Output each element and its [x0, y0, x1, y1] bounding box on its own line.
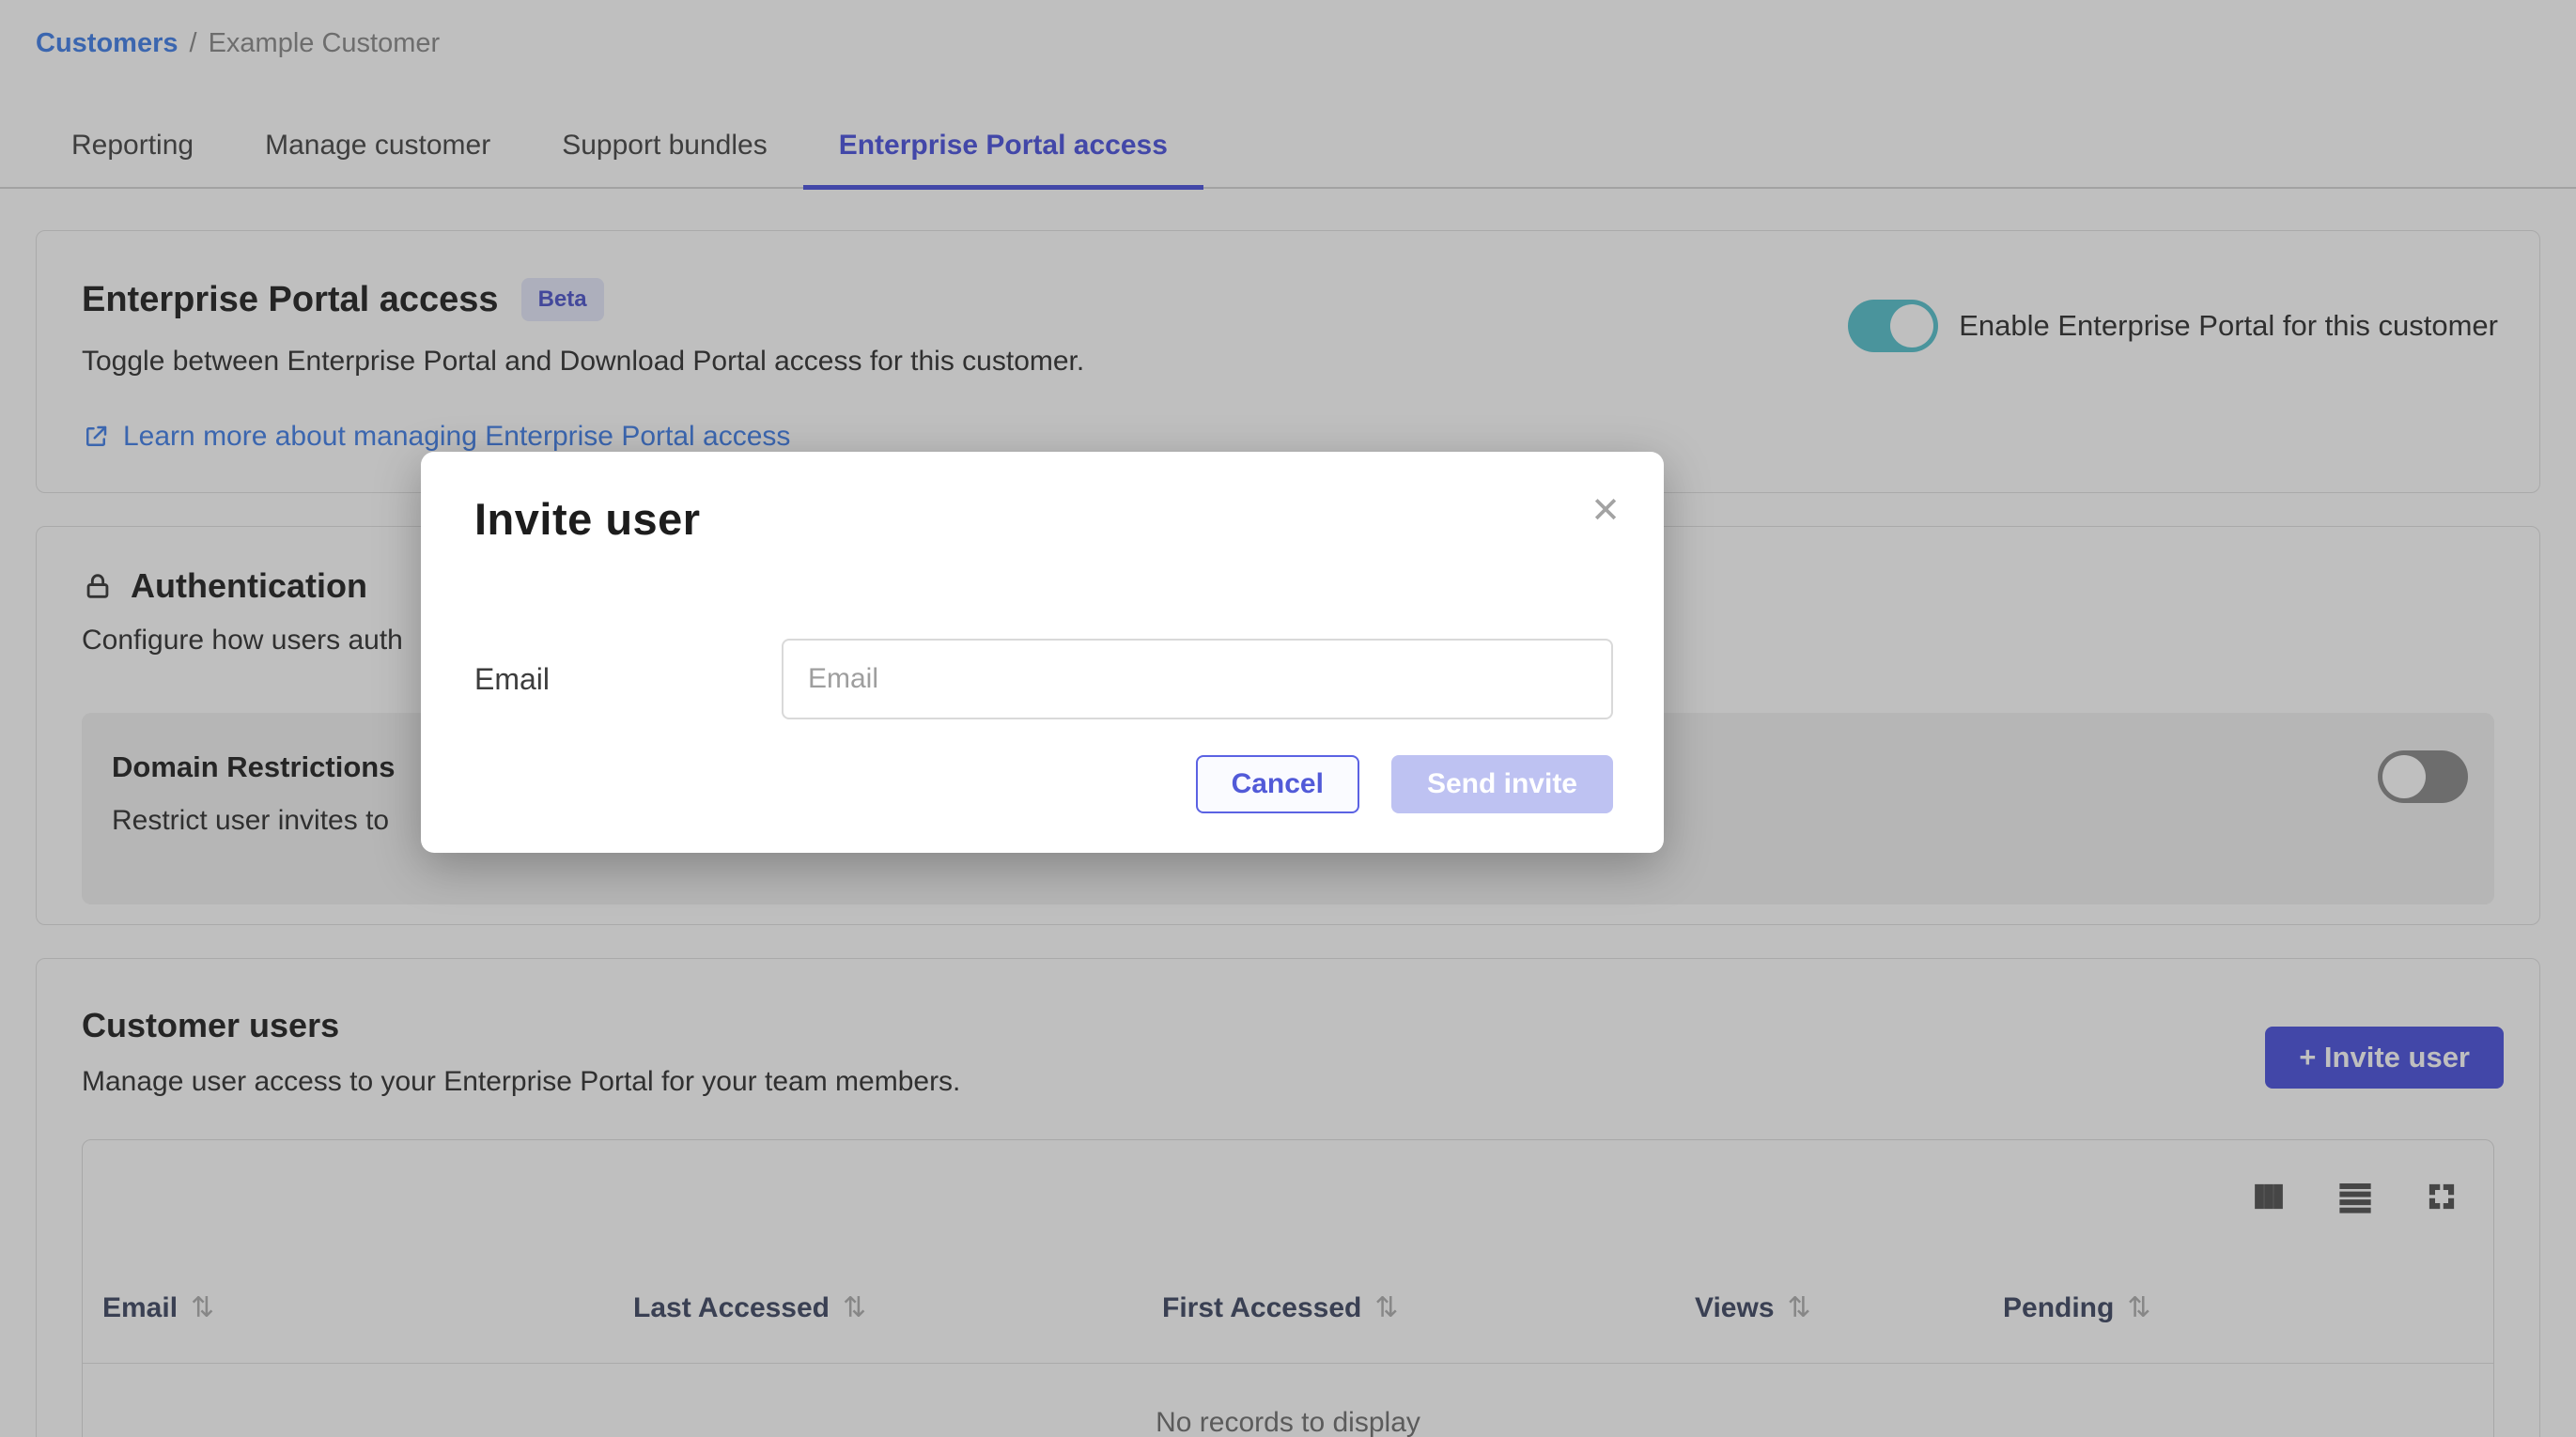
modal-title: Invite user [474, 493, 701, 545]
send-invite-button[interactable]: Send invite [1391, 755, 1613, 813]
cancel-button[interactable]: Cancel [1196, 755, 1359, 813]
email-field[interactable] [782, 639, 1613, 719]
close-icon[interactable]: ✕ [1591, 493, 1621, 529]
email-label: Email [474, 662, 782, 697]
invite-user-modal: Invite user ✕ Email Cancel Send invite [421, 452, 1664, 853]
